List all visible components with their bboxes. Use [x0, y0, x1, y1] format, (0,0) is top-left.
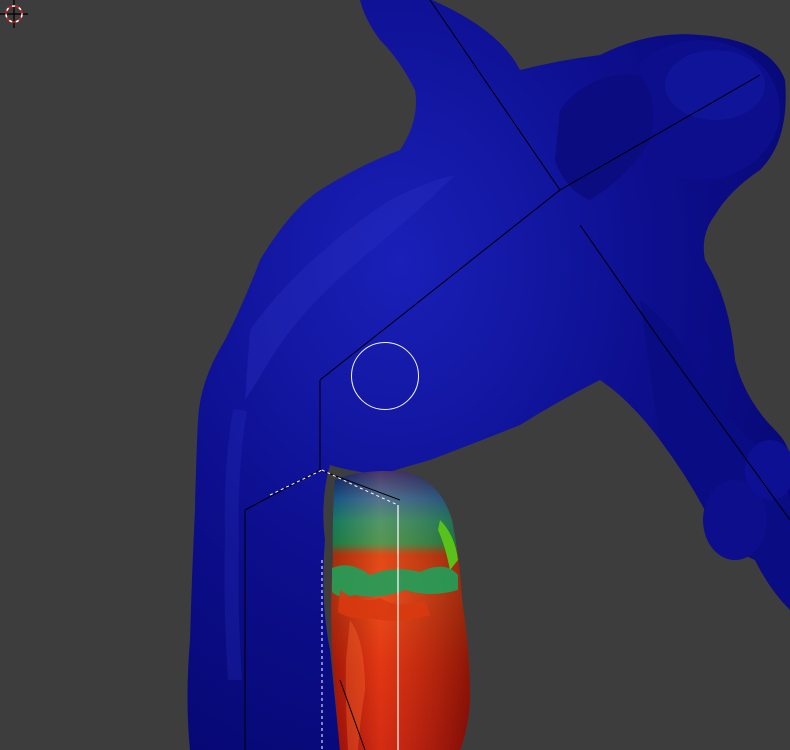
- weighted-limb-mesh[interactable]: [331, 471, 470, 750]
- weight-paint-mesh[interactable]: [187, 0, 790, 750]
- 3d-viewport[interactable]: [0, 0, 790, 750]
- 3d-cursor-icon[interactable]: [0, 0, 28, 28]
- viewport-canvas: [187, 0, 790, 750]
